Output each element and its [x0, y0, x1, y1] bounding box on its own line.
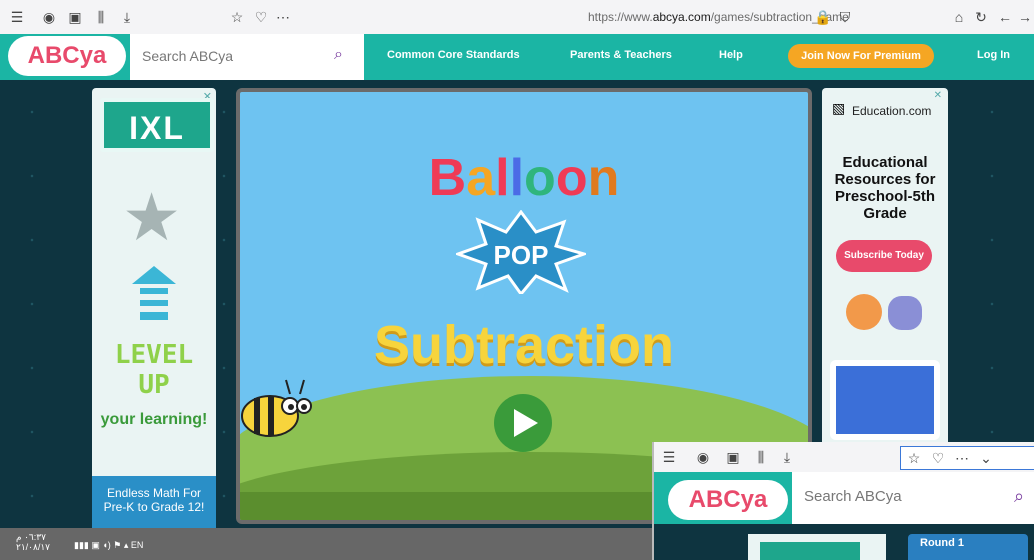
bookmark-star-icon[interactable]: ☆	[905, 449, 923, 467]
nav-common-core[interactable]: Common Core Standards	[387, 49, 520, 61]
ad-footer-text: Endless Math For Pre-K to Grade 12!	[103, 486, 205, 514]
menu-icon[interactable]: ☰	[660, 448, 678, 466]
clock-date: ٢١/٠٨/١٧	[16, 542, 51, 552]
inner-ixl-ad[interactable]	[748, 534, 886, 560]
level-up-text: LEVEL UP	[114, 340, 194, 400]
reader-icon[interactable]: ▣	[724, 448, 742, 466]
game-title-subtraction: Subtraction	[373, 315, 674, 375]
education-logo-icon: ▧	[832, 100, 846, 116]
search-input[interactable]: Search ABCya	[142, 48, 233, 64]
inner-search-input[interactable]: Search ABCya	[804, 488, 902, 505]
home-icon[interactable]: ⌂	[950, 8, 968, 26]
shield-icon[interactable]: ⛉	[836, 8, 854, 26]
extension-icon[interactable]: ◉	[694, 448, 712, 466]
menu-icon[interactable]: ☰	[8, 8, 26, 26]
pop-burst: POP	[456, 210, 586, 294]
ad-tagline: your learning!	[100, 411, 208, 428]
game-title-balloon: Balloon	[240, 148, 808, 208]
more-icon[interactable]: ⋯	[953, 449, 971, 467]
nav-help[interactable]: Help	[719, 49, 743, 61]
pocket-icon[interactable]: ♡	[929, 449, 947, 467]
abcya-logo[interactable]: ABCya	[8, 36, 126, 76]
inner-search-box[interactable]: Search ABCya ⌕	[792, 472, 1034, 524]
inner-address-bar[interactable]: ☆ ♡ ⋯ ⌄	[900, 446, 1034, 470]
arrow-up-icon	[132, 266, 176, 284]
title-letter: o	[555, 149, 588, 207]
arrow-bar-2	[140, 300, 168, 306]
round-indicator: Round 1	[908, 534, 1028, 560]
tray-icons[interactable]: ▮▮▮ ▣ ◖) ⚑ ▴ EN	[74, 540, 143, 551]
inner-ixl-logo	[760, 542, 860, 560]
logo-text: ABCya	[27, 42, 107, 69]
title-letter: l	[495, 149, 510, 207]
inner-logo-text: ABCya	[688, 486, 768, 513]
nav-parents-teachers[interactable]: Parents & Teachers	[570, 49, 672, 61]
extension-icon[interactable]: ◉	[40, 8, 58, 26]
inner-toolbar: ☰ ◉ ▣ ⫼ ⤓ ☆ ♡ ⋯ ⌄	[654, 442, 1034, 472]
pocket-icon[interactable]: ♡	[252, 8, 270, 26]
play-icon[interactable]	[514, 409, 538, 437]
search-box[interactable]: Search ABCya ⌕	[130, 34, 364, 80]
game-preview-tablet	[830, 360, 940, 440]
close-ad-icon[interactable]: ✕	[934, 90, 942, 101]
mascot-purple	[888, 296, 922, 330]
download-icon[interactable]: ⤓	[778, 448, 796, 466]
title-letter: a	[466, 149, 496, 207]
reader-icon[interactable]: ▣	[66, 8, 84, 26]
clock-time: ٠٦:٣٧ م	[16, 532, 46, 542]
clock[interactable]: ٠٦:٣٧ م ٢١/٠٨/١٧	[16, 532, 50, 552]
ad-headline: Educational Resources for Preschool-5th …	[834, 154, 936, 222]
lock-icon: 🔒	[814, 9, 832, 25]
search-icon[interactable]: ⌕	[1014, 486, 1024, 507]
more-icon[interactable]: ⋯	[274, 8, 292, 26]
join-premium-button[interactable]: Join Now For Premium	[788, 44, 934, 68]
login-link[interactable]: Log In	[977, 49, 1010, 61]
chevron-down-icon[interactable]: ⌄	[977, 449, 995, 467]
ixl-ad[interactable]: ✕ IXL ★ LEVEL UP your learning! Endless …	[92, 88, 216, 528]
nested-browser-window: ☰ ◉ ▣ ⫼ ⤓ ☆ ♡ ⋯ ⌄ ABCya Search ABCya ⌕ R…	[652, 442, 1034, 560]
subscribe-button[interactable]: Subscribe Today	[836, 240, 932, 272]
arrow-bar-1	[140, 288, 168, 294]
download-icon[interactable]: ⤓	[118, 8, 136, 26]
language-indicator[interactable]: EN	[131, 540, 144, 550]
title-letter: B	[428, 149, 467, 207]
address-bar[interactable]: https://www.abcya.com/games/subtraction_…	[588, 10, 849, 24]
browser-toolbar: ☰ ◉ ▣ ⫼ ⤓ ☆ ♡ ⋯ https://www.abcya.com/ga…	[0, 0, 1034, 35]
library-icon[interactable]: ⫼	[92, 8, 110, 26]
title-letter: l	[509, 149, 525, 207]
reload-icon[interactable]: ↻	[972, 8, 990, 26]
library-icon[interactable]: ⫼	[752, 448, 770, 466]
education-brand: Education.com	[852, 104, 932, 118]
title-letter: n	[587, 149, 620, 207]
ixl-logo-text: IXL	[129, 110, 185, 146]
title-letter: o	[524, 149, 556, 207]
play-button[interactable]	[494, 394, 552, 452]
game-title-pop: POP	[494, 240, 549, 270]
star-icon: ★	[122, 180, 182, 254]
forward-icon[interactable]: →	[1016, 8, 1034, 26]
mascot-orange	[846, 294, 882, 330]
bookmark-star-icon[interactable]: ☆	[228, 8, 246, 26]
back-icon[interactable]: ←	[996, 8, 1014, 26]
bee-icon	[241, 379, 312, 437]
game-preview-screen	[836, 366, 934, 434]
arrow-bar-3	[140, 312, 168, 320]
education-com-ad[interactable]: ✕ ▧ Education.com Educational Resources …	[822, 88, 948, 450]
ixl-logo: IXL	[100, 98, 214, 152]
inner-abcya-logo[interactable]: ABCya	[668, 480, 788, 520]
search-icon[interactable]: ⌕	[334, 46, 343, 64]
